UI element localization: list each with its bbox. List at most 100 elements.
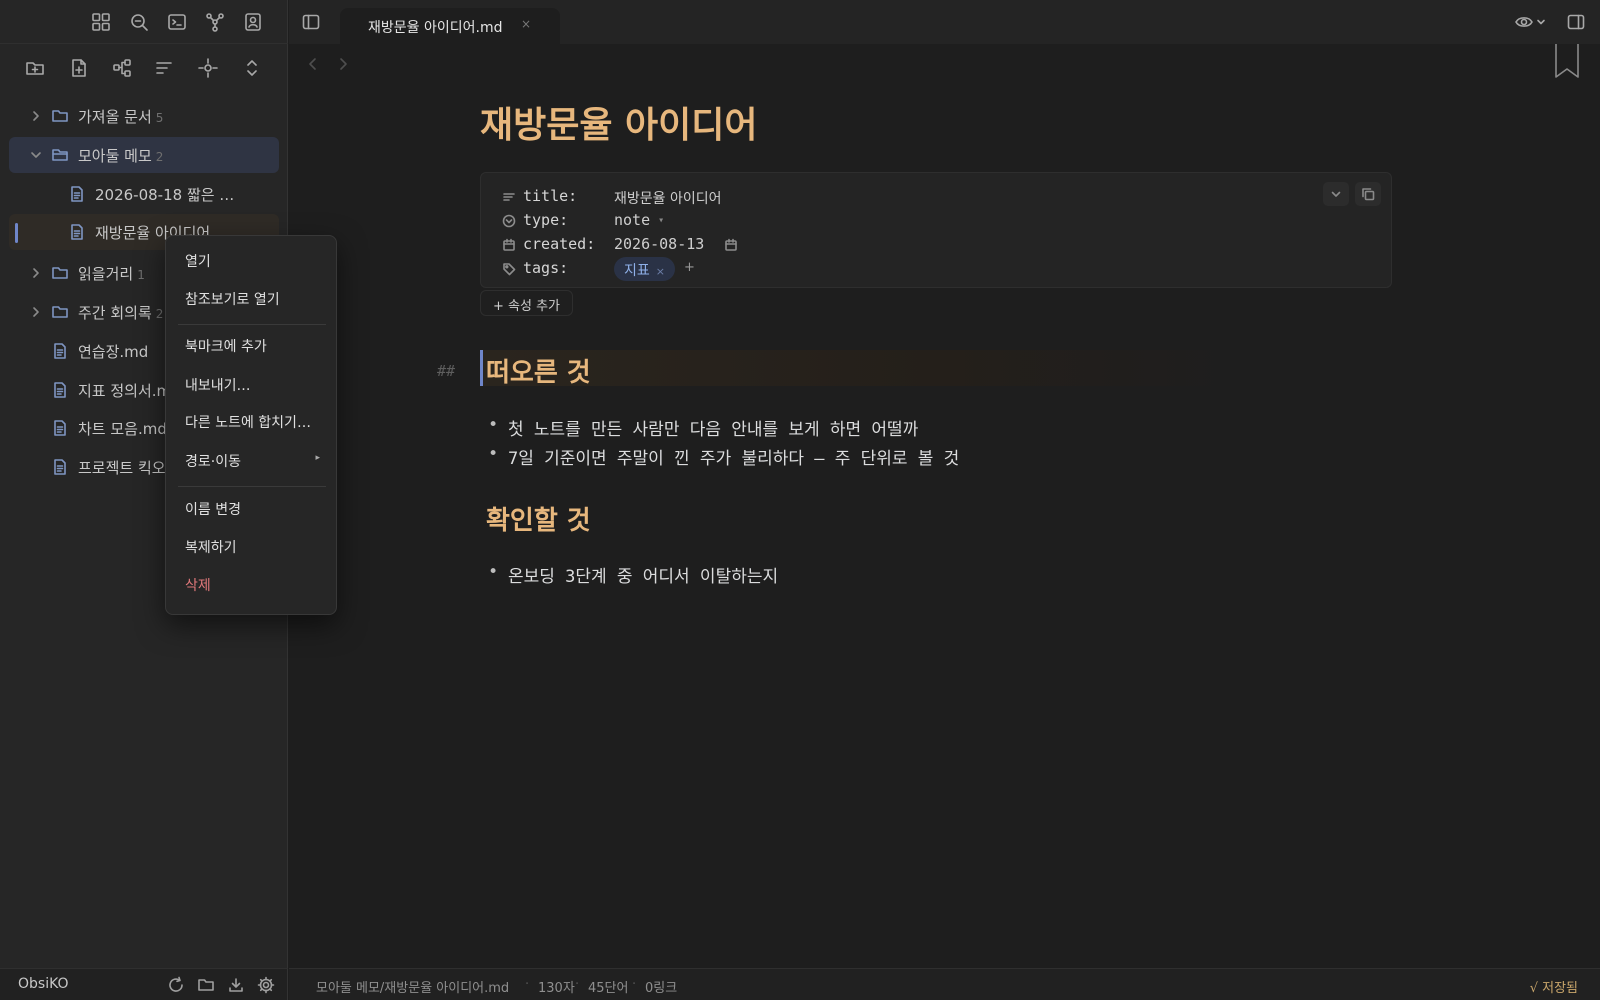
menu-item-export[interactable]: 내보내기… xyxy=(166,369,336,399)
dropdown-caret-icon[interactable]: ▾ xyxy=(658,215,664,226)
terminal-icon[interactable] xyxy=(166,11,188,33)
text-lines-icon xyxy=(502,190,516,204)
copy-properties-button[interactable] xyxy=(1355,182,1381,206)
file-explorer-toolbar xyxy=(0,44,288,92)
file-icon xyxy=(68,185,86,203)
status-word-count: 45단어 xyxy=(588,981,629,996)
status-char-count: 130자 xyxy=(538,981,575,996)
tree-item-label: 읽을거리 1 xyxy=(78,265,145,283)
add-tag-button[interactable]: + xyxy=(684,260,695,275)
file-icon xyxy=(51,458,69,476)
chevron-down-icon[interactable] xyxy=(29,148,43,162)
menu-item-delete[interactable]: 삭제 xyxy=(166,569,336,599)
vault-name[interactable]: ObsiKO xyxy=(18,976,69,992)
sidebar-footer: ObsiKO xyxy=(0,968,288,1000)
contacts-icon[interactable] xyxy=(242,11,264,33)
reading-view-icon[interactable] xyxy=(1514,12,1548,32)
sidebar-toggle-icon[interactable] xyxy=(301,12,321,32)
menu-item-merge[interactable]: 다른 노트에 합치기… xyxy=(166,406,336,436)
heading-marker: ## xyxy=(437,362,456,380)
tag-remove-icon[interactable]: × xyxy=(656,265,665,278)
gear-icon[interactable] xyxy=(257,976,275,994)
circle-chevron-icon xyxy=(502,214,516,228)
property-value[interactable]: 재방문율 아이디어 xyxy=(614,188,722,208)
folder-icon[interactable] xyxy=(197,976,215,994)
bullet-list: 온보딩 3단계 중 어디서 이탈하는지 xyxy=(488,562,778,591)
status-separator: · xyxy=(575,977,580,992)
collapse-all-icon[interactable] xyxy=(241,57,263,79)
right-sidebar-toggle-icon[interactable] xyxy=(1566,12,1586,32)
menu-item-add-bookmark[interactable]: 북마크에 추가 xyxy=(166,330,336,360)
sort-icon[interactable] xyxy=(153,57,175,79)
tab-active-note[interactable]: 재방문율 아이디어.md × xyxy=(340,8,560,44)
file-context-menu: 열기 참조보기로 열기 북마크에 추가 내보내기… 다른 노트에 합치기… 경로… xyxy=(165,235,337,615)
sidebar-ribbon xyxy=(0,0,288,44)
chevron-right-icon[interactable] xyxy=(29,266,43,280)
tag-pill[interactable]: 지표 × xyxy=(614,257,675,281)
menu-item-path-move[interactable]: 경로·이동 ▸ xyxy=(166,445,336,475)
back-arrow-icon[interactable] xyxy=(305,56,321,72)
status-bar: 모아둘 메모/재방문율 아이디어.md · 130자 · 45단어 · 0링크 … xyxy=(289,968,1600,1000)
menu-item-rename[interactable]: 이름 변경 xyxy=(166,493,336,523)
file-icon xyxy=(51,381,69,399)
search-icon[interactable] xyxy=(128,11,150,33)
dashboard-icon[interactable] xyxy=(90,11,112,33)
file-icon xyxy=(51,419,69,437)
active-line-highlight xyxy=(480,350,1240,386)
new-note-icon[interactable] xyxy=(68,57,90,79)
hierarchy-icon[interactable] xyxy=(111,57,133,79)
tree-item-label: 가져올 문서 5 xyxy=(78,108,164,126)
folder-saved-memos[interactable]: 모아둘 메모 2 xyxy=(9,137,279,173)
tag-icon xyxy=(502,262,516,276)
tab-bar: 재방문율 아이디어.md × xyxy=(289,0,1600,44)
list-item[interactable]: 첫 노트를 만든 사람만 다음 안내를 보게 하면 어떨까 xyxy=(488,415,959,444)
menu-divider xyxy=(178,324,326,325)
property-type[interactable]: type: note ▾ xyxy=(481,209,1391,233)
section-heading[interactable]: 확인할 것 xyxy=(486,500,591,537)
sync-icon[interactable] xyxy=(167,976,185,994)
copy-icon xyxy=(1355,187,1381,201)
folder-imported-docs[interactable]: 가져올 문서 5 xyxy=(9,98,279,134)
properties-panel: title: 재방문율 아이디어 type: note ▾ created: 20… xyxy=(480,172,1392,288)
status-separator: · xyxy=(632,977,637,992)
tree-item-label: 모아둘 메모 2 xyxy=(78,147,164,165)
bullet-list: 첫 노트를 만든 사람만 다음 안내를 보게 하면 어떨까 7일 기준이면 주말… xyxy=(488,415,959,473)
calendar-icon xyxy=(502,238,516,252)
date-picker-icon[interactable] xyxy=(724,238,738,252)
tab-close-icon[interactable]: × xyxy=(521,17,531,31)
list-item[interactable]: 온보딩 3단계 중 어디서 이탈하는지 xyxy=(488,562,778,591)
editor-pane: 재방문율 아이디어 title: 재방문율 아이디어 type: note ▾ c… xyxy=(289,44,1600,968)
property-key: tags: xyxy=(523,259,569,277)
status-file-path[interactable]: 모아둘 메모/재방문율 아이디어.md xyxy=(316,977,509,996)
chevron-right-icon[interactable] xyxy=(29,109,43,123)
note-title[interactable]: 재방문율 아이디어 xyxy=(480,96,758,148)
menu-item-open[interactable]: 열기 xyxy=(166,245,336,275)
file-short-note[interactable]: 2026-08-18 짧은 … xyxy=(9,176,279,212)
list-item[interactable]: 7일 기준이면 주말이 낀 주가 불리하다 — 주 단위로 볼 것 xyxy=(488,444,959,473)
property-tags[interactable]: tags: 지표 × + xyxy=(481,257,1391,281)
locate-icon[interactable] xyxy=(197,57,219,79)
save-status: √ 저장됨 xyxy=(1529,981,1578,996)
status-separator: · xyxy=(525,977,530,992)
property-value[interactable]: 2026-08-13 xyxy=(614,235,704,253)
collapse-properties-button[interactable] xyxy=(1323,182,1349,206)
section-heading[interactable]: 떠오른 것 xyxy=(486,352,591,389)
submenu-arrow-icon: ▸ xyxy=(315,453,320,463)
file-icon xyxy=(51,342,69,360)
menu-item-open-reference[interactable]: 참조보기로 열기 xyxy=(166,283,336,313)
menu-divider xyxy=(178,486,326,487)
property-created[interactable]: created: 2026-08-13 xyxy=(481,233,1391,257)
add-property-button[interactable]: + 속성 추가 xyxy=(480,290,573,316)
tree-item-label: 주간 회의록 2 xyxy=(78,304,164,322)
chevron-right-icon[interactable] xyxy=(29,305,43,319)
bookmark-icon[interactable] xyxy=(1554,44,1580,80)
property-value[interactable]: note ▾ xyxy=(614,211,664,229)
graph-view-icon[interactable] xyxy=(204,11,226,33)
menu-item-duplicate[interactable]: 복제하기 xyxy=(166,531,336,561)
property-title[interactable]: title: 재방문율 아이디어 xyxy=(481,185,1391,209)
forward-arrow-icon[interactable] xyxy=(335,56,351,72)
new-folder-icon[interactable] xyxy=(24,57,46,79)
tree-item-label: 차트 모음.md xyxy=(78,420,167,438)
folder-icon xyxy=(51,264,69,282)
download-icon[interactable] xyxy=(227,976,245,994)
